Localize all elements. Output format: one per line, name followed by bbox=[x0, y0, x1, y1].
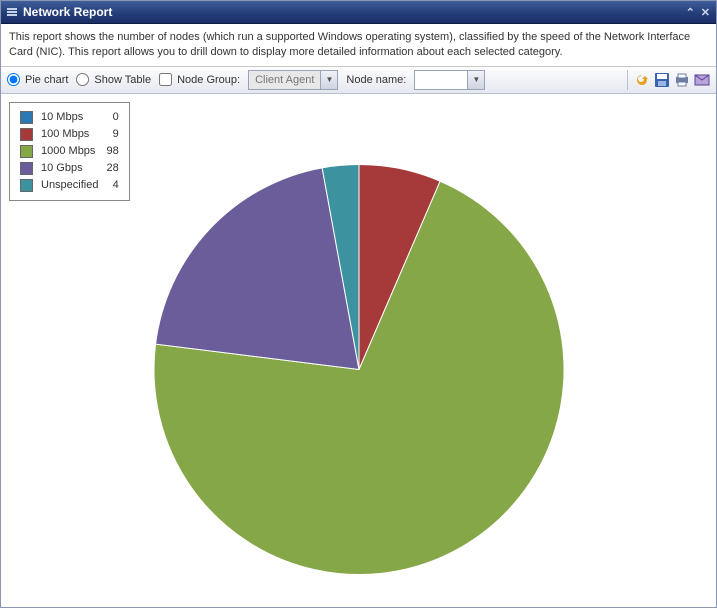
title-bar: Network Report ⌃ ✕ bbox=[1, 1, 716, 24]
chevron-down-icon: ▼ bbox=[320, 71, 337, 89]
node-name-label: Node name: bbox=[346, 74, 406, 86]
legend-row: 10 Mbps0 bbox=[16, 109, 123, 126]
pie-chart-radio-label: Pie chart bbox=[25, 74, 68, 86]
legend-value: 0 bbox=[102, 109, 122, 126]
legend-swatch bbox=[20, 128, 33, 141]
show-table-radio-input[interactable] bbox=[76, 73, 89, 86]
legend-swatch bbox=[20, 179, 33, 192]
legend-row: 1000 Mbps98 bbox=[16, 143, 123, 160]
legend-row: 100 Mbps9 bbox=[16, 126, 123, 143]
show-table-radio-label: Show Table bbox=[94, 74, 151, 86]
node-name-select[interactable]: ▼ bbox=[414, 70, 485, 90]
legend-row: Unspecified4 bbox=[16, 177, 123, 194]
close-icon[interactable]: ✕ bbox=[701, 6, 710, 19]
node-group-select: Client Agent ▼ bbox=[248, 70, 338, 90]
report-description: This report shows the number of nodes (w… bbox=[1, 24, 716, 67]
print-icon[interactable] bbox=[674, 72, 690, 88]
legend-swatch bbox=[20, 162, 33, 175]
save-icon[interactable] bbox=[654, 72, 670, 88]
legend-label: Unspecified bbox=[37, 177, 102, 194]
node-group-checkbox-label: Node Group: bbox=[177, 74, 240, 86]
window-title: Network Report bbox=[23, 5, 112, 19]
pie-chart-radio-input[interactable] bbox=[7, 73, 20, 86]
chevron-down-icon[interactable]: ▼ bbox=[467, 71, 484, 89]
legend-swatch bbox=[20, 111, 33, 124]
legend-value: 28 bbox=[102, 160, 122, 177]
legend-label: 1000 Mbps bbox=[37, 143, 102, 160]
toolbar-actions bbox=[625, 70, 710, 90]
legend-label: 100 Mbps bbox=[37, 126, 102, 143]
legend-swatch bbox=[20, 145, 33, 158]
chart-legend: 10 Mbps0100 Mbps91000 Mbps9810 Gbps28Uns… bbox=[9, 102, 130, 201]
node-group-checkbox[interactable]: Node Group: bbox=[159, 73, 240, 86]
email-icon[interactable] bbox=[694, 72, 710, 88]
chart-area: 10 Mbps0100 Mbps91000 Mbps9810 Gbps28Uns… bbox=[1, 94, 716, 607]
node-group-checkbox-input[interactable] bbox=[159, 73, 172, 86]
legend-label: 10 Mbps bbox=[37, 109, 102, 126]
legend-value: 98 bbox=[102, 143, 122, 160]
menu-icon bbox=[7, 8, 17, 16]
collapse-icon[interactable]: ⌃ bbox=[686, 6, 695, 19]
node-group-select-value: Client Agent bbox=[249, 74, 320, 86]
toolbar: Pie chart Show Table Node Group: Client … bbox=[1, 67, 716, 94]
separator bbox=[627, 70, 628, 90]
legend-value: 4 bbox=[102, 177, 122, 194]
legend-label: 10 Gbps bbox=[37, 160, 102, 177]
legend-row: 10 Gbps28 bbox=[16, 160, 123, 177]
pie-chart bbox=[149, 159, 569, 582]
refresh-icon[interactable] bbox=[634, 72, 650, 88]
pie-chart-radio[interactable]: Pie chart bbox=[7, 73, 68, 86]
show-table-radio[interactable]: Show Table bbox=[76, 73, 151, 86]
legend-value: 9 bbox=[102, 126, 122, 143]
report-window: Network Report ⌃ ✕ This report shows the… bbox=[0, 0, 717, 608]
